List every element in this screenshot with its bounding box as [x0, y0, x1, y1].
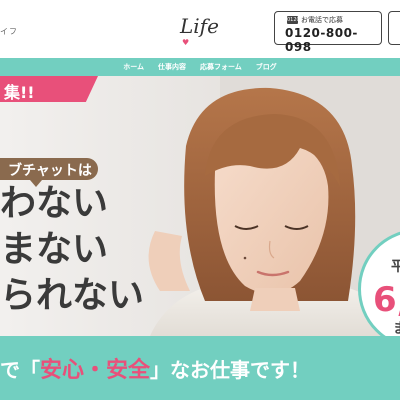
chat-label: ブチャットは — [0, 158, 98, 180]
nav-item-apply-form[interactable]: 応募フォーム — [200, 62, 242, 72]
safety-suffix: なお仕事です！ — [170, 357, 311, 382]
nav-item-blog[interactable]: ブログ — [256, 62, 277, 72]
chat-label-text: ブチャットは — [8, 163, 92, 179]
header-secondary-button[interactable] — [388, 11, 400, 45]
logo-text: Life — [180, 14, 219, 38]
hero-line-1: わない — [0, 183, 109, 224]
salary-badge-top: 平 — [391, 259, 400, 275]
safety-message-band: で 「 安心・安全 」 なお仕事です！ — [0, 336, 400, 400]
salary-badge-number: 6, — [373, 280, 400, 320]
salary-badge-bottom: ま — [393, 318, 400, 336]
landing-page: イフ Life ♥ 0120 お電話で応募 0120-800-098 ホーム 仕… — [0, 0, 400, 400]
site-header: イフ Life ♥ 0120 お電話で応募 0120-800-098 — [0, 0, 400, 58]
hero-line-2: まない — [0, 229, 109, 270]
safety-prefix: で — [0, 357, 20, 382]
nav-item-home[interactable]: ホーム — [123, 62, 144, 72]
site-logo[interactable]: Life ♥ — [174, 12, 224, 48]
site-tagline: イフ — [0, 27, 18, 36]
phone-apply-button[interactable]: 0120 お電話で応募 0120-800-098 — [274, 11, 382, 54]
nav-item-jobs[interactable]: 仕事内容 — [158, 62, 186, 72]
free-dial-icon: 0120 — [287, 16, 300, 24]
heart-icon: ♥ — [182, 38, 190, 47]
safety-highlight: 安心・安全 — [40, 358, 151, 383]
close-quote: 」 — [150, 357, 171, 382]
phone-number: 0120-800-098 — [285, 26, 358, 54]
hero-line-3: られない — [0, 275, 145, 316]
open-quote: 「 — [20, 357, 40, 382]
global-nav: ホーム 仕事内容 応募フォーム ブログ — [0, 58, 400, 76]
phone-label: お電話で応募 — [301, 16, 343, 24]
phone-label-row: 0120 お電話で応募 — [287, 16, 343, 24]
safety-message: で 「 安心・安全 」 なお仕事です！ — [0, 352, 310, 384]
recruit-banner-text: 集!! — [4, 83, 35, 102]
hero-section: 集!! ブチャットは わない まない られない 平 6, ま — [0, 76, 400, 336]
